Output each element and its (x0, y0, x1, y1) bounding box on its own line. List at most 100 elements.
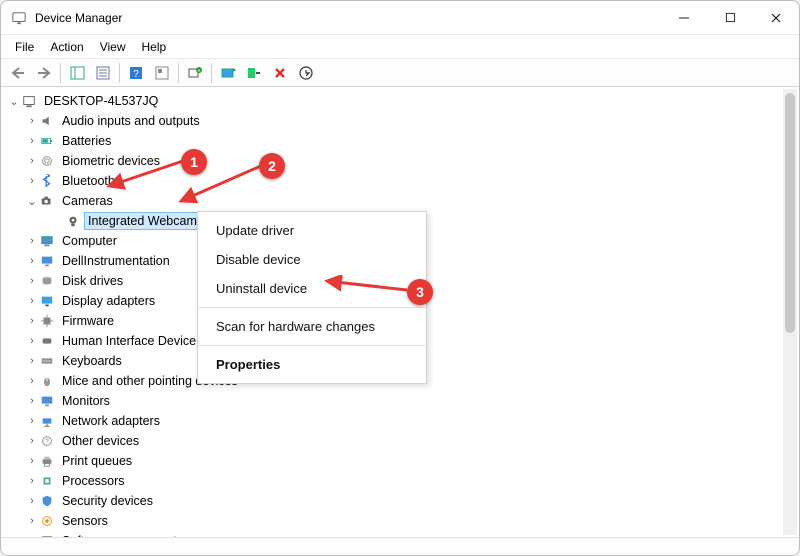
cm-uninstall-device[interactable]: Uninstall device (198, 274, 426, 303)
other-icon: ? (39, 433, 55, 449)
tree-item-label: Keyboards (59, 353, 125, 369)
annotation-marker-1: 1 (181, 149, 207, 175)
close-button[interactable] (753, 1, 799, 35)
tree-item-network[interactable]: › Network adapters (3, 411, 799, 431)
tree-item-label: Integrated Webcam (85, 213, 200, 229)
sensor-icon (39, 513, 55, 529)
expander-icon[interactable]: › (25, 135, 39, 147)
tree-item-swcomp[interactable]: › Software components (3, 531, 799, 537)
expander-icon[interactable]: › (25, 455, 39, 467)
cpu-icon (39, 473, 55, 489)
expander-icon[interactable]: › (25, 315, 39, 327)
toolbar-uninstall-button[interactable] (268, 62, 292, 84)
expander-icon[interactable]: ⌄ (25, 195, 39, 208)
toolbar-properties-button[interactable] (91, 62, 115, 84)
tree-item-label: Security devices (59, 493, 156, 509)
tree-item-cameras[interactable]: ⌄ Cameras (3, 191, 799, 211)
expander-icon[interactable]: › (25, 395, 39, 407)
tree-item-label: Computer (59, 233, 120, 249)
toolbar-back-button[interactable] (6, 62, 30, 84)
camera-icon (39, 193, 55, 209)
tree-item-label: Batteries (59, 133, 114, 149)
tree-item-monitors[interactable]: › Monitors (3, 391, 799, 411)
toolbar-scan-hardware-button[interactable]: + (183, 62, 207, 84)
printer-icon (39, 453, 55, 469)
menu-file[interactable]: File (7, 37, 42, 57)
toolbar-update-driver-button[interactable] (216, 62, 240, 84)
tree-item-label: DellInstrumentation (59, 253, 173, 269)
cm-separator (198, 307, 426, 308)
tree-item-sensors[interactable]: › Sensors (3, 511, 799, 531)
menu-action[interactable]: Action (42, 37, 91, 57)
tree-item-processors[interactable]: › Processors (3, 471, 799, 491)
tree-item-biometric[interactable]: › Biometric devices (3, 151, 799, 171)
cm-update-driver[interactable]: Update driver (198, 216, 426, 245)
expander-icon[interactable]: › (25, 355, 39, 367)
expander-icon[interactable]: › (25, 295, 39, 307)
fingerprint-icon (39, 153, 55, 169)
scrollbar-thumb[interactable] (785, 93, 795, 333)
component-icon (39, 533, 55, 537)
toolbar-irq-view-button[interactable] (150, 62, 174, 84)
context-menu: Update driver Disable device Uninstall d… (197, 211, 427, 384)
tree-item-other[interactable]: › ? Other devices (3, 431, 799, 451)
tree-item-label: Processors (59, 473, 128, 489)
titlebar: Device Manager (1, 1, 799, 35)
tree-item-label: Network adapters (59, 413, 163, 429)
monitor-icon (39, 393, 55, 409)
tree-root[interactable]: ⌄ DESKTOP-4L537JQ (3, 91, 799, 111)
computer-icon (21, 93, 37, 109)
expander-icon[interactable]: › (25, 275, 39, 287)
expander-icon[interactable]: › (25, 175, 39, 187)
tree-item-bluetooth[interactable]: › Bluetooth (3, 171, 799, 191)
expander-icon[interactable]: › (25, 375, 39, 387)
expander-icon[interactable]: ⌄ (7, 95, 21, 108)
toolbar-separator (119, 63, 120, 83)
cm-properties[interactable]: Properties (198, 350, 426, 379)
client-area: ⌄ DESKTOP-4L537JQ › Audio inputs and out… (1, 87, 799, 537)
cm-separator (198, 345, 426, 346)
tree-item-label: Other devices (59, 433, 142, 449)
tree-item-label: Human Interface Device (59, 333, 199, 349)
speaker-icon (39, 113, 55, 129)
chip-icon (39, 313, 55, 329)
menu-view[interactable]: View (92, 37, 134, 57)
tree-item-label: Bluetooth (59, 173, 118, 189)
toolbar-show-hide-console-tree-button[interactable] (65, 62, 89, 84)
annotation-marker-2: 2 (259, 153, 285, 179)
expander-icon[interactable]: › (25, 115, 39, 127)
window-title: Device Manager (35, 11, 122, 25)
hid-icon (39, 333, 55, 349)
tree-item-audio[interactable]: › Audio inputs and outputs (3, 111, 799, 131)
tree-item-batteries[interactable]: › Batteries (3, 131, 799, 151)
expander-icon[interactable]: › (25, 515, 39, 527)
toolbar-forward-button[interactable] (32, 62, 56, 84)
tree-item-printq[interactable]: › Print queues (3, 451, 799, 471)
toolbar-disable-button[interactable] (242, 62, 266, 84)
expander-icon[interactable]: › (25, 235, 39, 247)
disk-icon (39, 273, 55, 289)
expander-icon[interactable]: › (25, 255, 39, 267)
expander-icon[interactable]: › (25, 155, 39, 167)
expander-icon[interactable]: › (25, 435, 39, 447)
menu-help[interactable]: Help (134, 37, 175, 57)
toolbar-view-devices-button[interactable] (294, 62, 318, 84)
minimize-button[interactable] (661, 1, 707, 35)
expander-icon[interactable]: › (25, 495, 39, 507)
tree-item-label: Firmware (59, 313, 117, 329)
vertical-scrollbar[interactable] (783, 89, 797, 535)
keyboard-icon (39, 353, 55, 369)
tree-item-label: Software components (59, 533, 186, 537)
toolbar-help-button[interactable]: ? (124, 62, 148, 84)
tree-item-security[interactable]: › Security devices (3, 491, 799, 511)
toolbar: ? + (1, 59, 799, 87)
maximize-button[interactable] (707, 1, 753, 35)
expander-icon[interactable]: › (25, 535, 39, 537)
computer-icon (39, 233, 55, 249)
expander-icon[interactable]: › (25, 415, 39, 427)
expander-icon[interactable]: › (25, 335, 39, 347)
cm-disable-device[interactable]: Disable device (198, 245, 426, 274)
app-icon (11, 10, 27, 26)
expander-icon[interactable]: › (25, 475, 39, 487)
cm-scan-hardware[interactable]: Scan for hardware changes (198, 312, 426, 341)
